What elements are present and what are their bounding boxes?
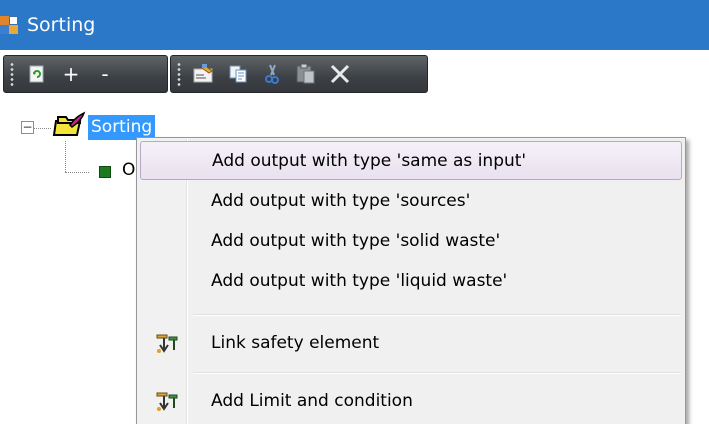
menu-item-label: Add output with type 'sources' — [211, 190, 471, 211]
copy-button[interactable] — [221, 58, 255, 90]
folder-node-icon — [52, 111, 86, 136]
paste-icon — [296, 63, 315, 84]
tree-node-child[interactable]: O — [122, 160, 135, 180]
toolstrip-grip[interactable] — [177, 62, 181, 86]
remove-button[interactable]: - — [88, 58, 122, 90]
link-element-icon — [156, 334, 178, 353]
menu-item-link-safety-element[interactable]: Link safety element — [140, 323, 682, 362]
minus-icon: - — [101, 62, 109, 86]
menu-item-label: Add output with type 'solid waste' — [211, 230, 501, 251]
refresh-icon — [29, 65, 44, 83]
plus-icon: + — [62, 62, 80, 86]
add-button[interactable]: + — [54, 58, 88, 90]
cut-icon — [265, 64, 279, 84]
menu-separator — [193, 314, 681, 316]
title-bar: Sorting — [0, 0, 709, 50]
cut-button[interactable] — [255, 58, 289, 90]
menu-item-add-limit-condition[interactable]: Add Limit and condition — [140, 381, 682, 420]
menu-item-add-output-same-as-input[interactable]: Add output with type 'same as input' — [140, 141, 682, 180]
toolbar-area: + - — [0, 50, 709, 106]
tree-expander[interactable]: − — [21, 121, 34, 134]
window-title: Sorting — [27, 14, 96, 36]
context-menu: Add output with type 'same as input' Add… — [136, 137, 686, 424]
delete-button[interactable] — [323, 58, 357, 90]
menu-item-label: Add output with type 'liquid waste' — [211, 270, 508, 291]
copy-icon — [229, 65, 247, 83]
toolstrip-grip[interactable] — [10, 62, 14, 86]
menu-separator — [193, 372, 681, 374]
add-limit-icon — [156, 392, 178, 411]
properties-button[interactable] — [187, 58, 221, 90]
tree-connector — [65, 172, 89, 173]
delete-icon — [330, 64, 350, 84]
tree-connector — [65, 141, 66, 172]
refresh-button[interactable] — [20, 58, 54, 90]
properties-icon — [193, 64, 213, 83]
menu-item-add-output-sources[interactable]: Add output with type 'sources' — [140, 181, 682, 220]
menu-item-add-output-solid-waste[interactable]: Add output with type 'solid waste' — [140, 221, 682, 260]
menu-item-label: Link safety element — [211, 332, 380, 353]
menu-item-add-output-liquid-waste[interactable]: Add output with type 'liquid waste' — [140, 261, 682, 300]
paste-button[interactable] — [289, 58, 323, 90]
toolstrip-edit: + - — [3, 55, 168, 93]
toolstrip-clipboard — [170, 55, 428, 93]
menu-item-label: Add output with type 'same as input' — [212, 150, 527, 171]
green-square-icon — [99, 166, 111, 178]
menu-item-label: Add Limit and condition — [211, 390, 413, 411]
app-window-icon — [0, 16, 18, 34]
